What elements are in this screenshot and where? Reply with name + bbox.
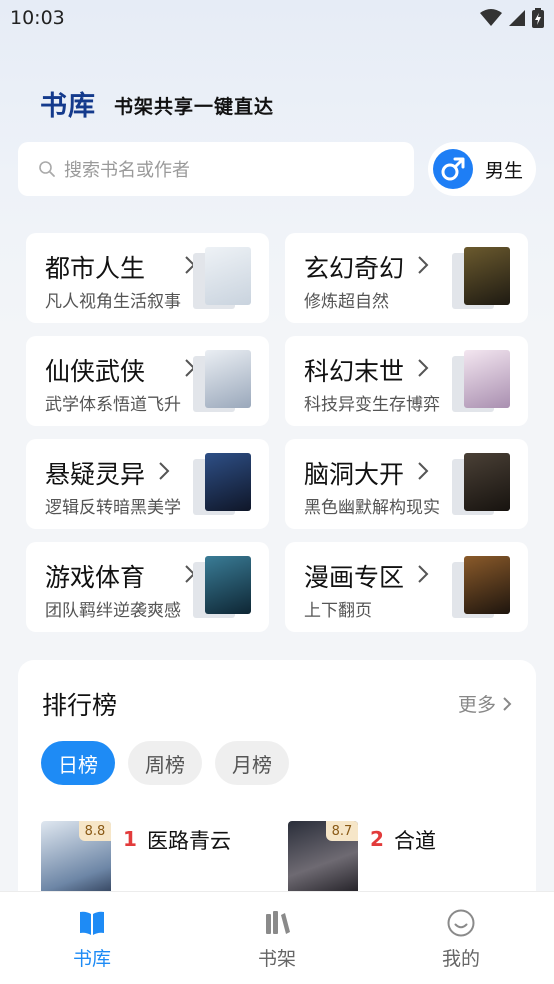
status-icons xyxy=(480,8,544,28)
ranking-item[interactable]: 8.8 1 医路青云 xyxy=(41,821,271,901)
book-cover: 8.7 xyxy=(288,821,358,897)
category-title: 漫画专区 xyxy=(304,563,405,592)
category-desc: 修炼超自然 xyxy=(304,292,389,312)
search-input[interactable]: 搜索书名或作者 xyxy=(18,142,414,196)
search-placeholder: 搜索书名或作者 xyxy=(64,160,190,181)
book-title: 医路青云 xyxy=(147,829,231,853)
category-card[interactable]: 都市人生 凡人视角生活叙事 xyxy=(26,233,269,323)
category-title: 科幻末世 xyxy=(304,357,405,386)
nav-label: 书库 xyxy=(72,948,111,970)
category-desc: 武学体系悟道飞升 xyxy=(45,395,181,415)
category-card[interactable]: 玄幻奇幻 修炼超自然 xyxy=(285,233,528,323)
chevron-right-icon xyxy=(418,462,429,480)
nav-item-library[interactable]: 书库 xyxy=(47,908,137,971)
bottom-nav: 书库 书架 我的 xyxy=(0,891,554,984)
gender-label: 男生 xyxy=(485,159,524,182)
nav-item-bookshelf[interactable]: 书架 xyxy=(232,908,322,971)
gender-toggle-button[interactable]: 男生 xyxy=(428,142,536,196)
page-title: 书库 xyxy=(40,91,96,122)
ranking-title: 排行榜 xyxy=(42,691,118,720)
book-title: 合道 xyxy=(394,829,436,853)
bookshelf-icon xyxy=(266,911,290,934)
chevron-right-icon xyxy=(418,565,429,583)
category-desc: 团队羁绊逆袭爽感 xyxy=(45,601,181,621)
category-cover xyxy=(452,453,510,515)
category-card[interactable]: 游戏体育 团队羁绊逆袭爽感 xyxy=(26,542,269,632)
chevron-right-icon xyxy=(159,462,170,480)
category-cover xyxy=(193,350,251,412)
category-card[interactable]: 科幻末世 科技异变生存博弈 xyxy=(285,336,528,426)
more-link[interactable]: 更多 xyxy=(458,690,512,717)
nav-label: 书架 xyxy=(257,948,296,970)
category-cover xyxy=(193,556,251,618)
profile-icon xyxy=(447,909,475,937)
chevron-right-icon xyxy=(418,359,429,377)
category-desc: 黑色幽默解构现实 xyxy=(304,498,440,518)
chevron-right-icon xyxy=(503,696,512,711)
battery-icon xyxy=(532,8,544,28)
rank-number: 1 xyxy=(123,827,137,851)
ranking-panel: 排行榜 更多 日榜 周榜 月榜 8.8 1 医路青云 8.7 2 合道 xyxy=(18,660,536,920)
category-grid: 都市人生 凡人视角生活叙事 玄幻奇幻 修炼超自然 仙侠武侠 武学体系悟道飞升 科… xyxy=(26,233,528,632)
category-title: 玄幻奇幻 xyxy=(304,254,405,283)
tab-weekly[interactable]: 周榜 xyxy=(128,741,202,785)
wifi-icon xyxy=(480,9,502,26)
status-bar: 10:03 xyxy=(0,0,554,38)
tab-daily[interactable]: 日榜 xyxy=(41,741,115,785)
category-title: 都市人生 xyxy=(45,254,146,283)
nav-item-profile[interactable]: 我的 xyxy=(416,908,506,971)
category-title: 游戏体育 xyxy=(45,563,146,592)
category-cover xyxy=(193,453,251,515)
category-title: 悬疑灵异 xyxy=(45,460,146,489)
chevron-right-icon xyxy=(418,256,429,274)
category-cover xyxy=(452,350,510,412)
category-cover xyxy=(452,556,510,618)
male-icon xyxy=(433,149,473,189)
status-time: 10:03 xyxy=(10,7,65,29)
category-desc: 上下翻页 xyxy=(304,601,372,621)
tab-monthly[interactable]: 月榜 xyxy=(215,741,289,785)
ranking-tabs: 日榜 周榜 月榜 xyxy=(41,741,289,785)
score-badge: 8.7 xyxy=(326,821,358,841)
rank-number: 2 xyxy=(370,827,384,851)
category-cover xyxy=(452,247,510,309)
category-card[interactable]: 仙侠武侠 武学体系悟道飞升 xyxy=(26,336,269,426)
page-slogan: 书架共享一键直达 xyxy=(114,96,275,118)
more-label: 更多 xyxy=(457,694,496,716)
ranking-item[interactable]: 8.7 2 合道 xyxy=(288,821,518,901)
category-title: 脑洞大开 xyxy=(304,460,405,489)
category-cover xyxy=(193,247,251,309)
category-title: 仙侠武侠 xyxy=(45,357,146,386)
category-desc: 逻辑反转暗黑美学 xyxy=(45,498,181,518)
nav-label: 我的 xyxy=(441,948,480,970)
book-cover: 8.8 xyxy=(41,821,111,897)
signal-icon xyxy=(509,10,525,26)
category-card[interactable]: 漫画专区 上下翻页 xyxy=(285,542,528,632)
category-card[interactable]: 脑洞大开 黑色幽默解构现实 xyxy=(285,439,528,529)
category-card[interactable]: 悬疑灵异 逻辑反转暗黑美学 xyxy=(26,439,269,529)
library-icon xyxy=(80,911,104,935)
category-desc: 科技异变生存博弈 xyxy=(304,395,440,415)
score-badge: 8.8 xyxy=(79,821,111,841)
category-desc: 凡人视角生活叙事 xyxy=(45,292,181,312)
search-icon xyxy=(39,161,55,177)
